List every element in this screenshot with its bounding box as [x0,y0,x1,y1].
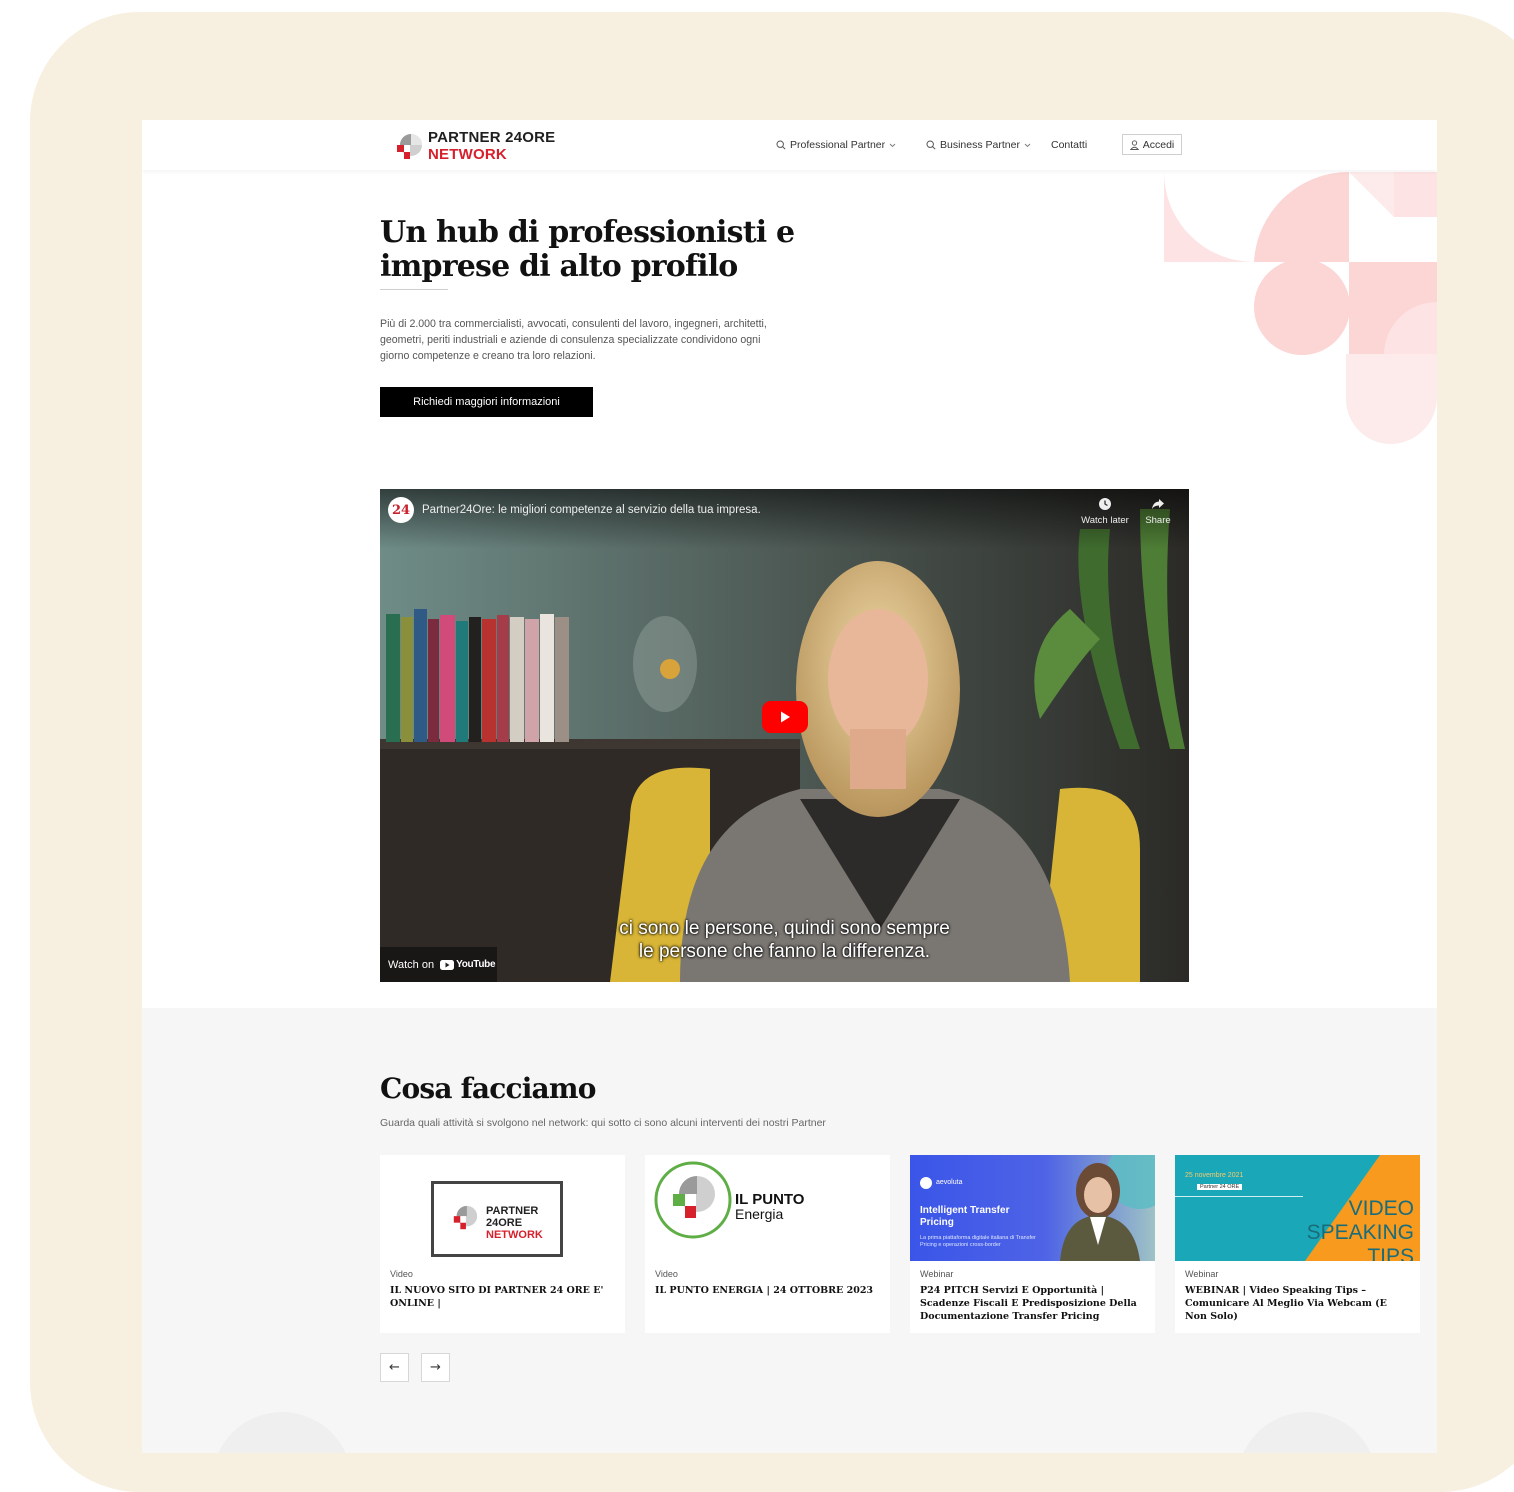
activities-section: Cosa facciamo Guarda quali attività si s… [142,1008,1437,1453]
card-title[interactable]: P24 PITCH Servizi E Opportunità | Scaden… [920,1284,1145,1323]
card-title[interactable]: IL NUOVO SITO DI PARTNER 24 ORE E' ONLIN… [390,1284,615,1310]
card-logo-line3: NETWORK [486,1229,543,1241]
hero-description: Più di 2.000 tra commercialisti, avvocat… [380,318,767,362]
activity-card[interactable]: IL PUNTO Energia Video IL PUNTO ENERGIA … [645,1155,890,1333]
watch-later-button[interactable]: Watch later [1079,497,1131,526]
card-big-line2: SPEAKING [1306,1221,1414,1244]
card-date: 25 novembre 2021 [1185,1172,1244,1179]
clock-icon [1099,498,1111,510]
activity-card[interactable]: aevoluta Intelligent Transfer Pricing La… [910,1155,1155,1333]
nav-business-partner[interactable]: Business Partner [926,139,1031,151]
card-category: Webinar [920,1269,954,1279]
chevron-down-icon [1024,143,1031,147]
arrow-left-icon: ← [389,1360,400,1375]
card-title[interactable]: IL PUNTO ENERGIA | 24 OTTOBRE 2023 [655,1284,880,1297]
video-title[interactable]: Partner24Ore: le migliori competenze al … [422,504,761,516]
section-title: Cosa facciamo [380,1072,596,1105]
hero-title: Un hub di professionisti e imprese di al… [380,215,795,284]
logo-text-line2: NETWORK [428,146,507,163]
card-title[interactable]: WEBINAR | Video Speaking Tips – Comunica… [1185,1284,1410,1323]
nav-contatti-label: Contatti [1051,139,1088,151]
chevron-down-icon [889,143,896,147]
section-subtitle: Guarda quali attività si svolgono nel ne… [380,1117,826,1129]
share-icon [1152,499,1164,509]
aevoluta-logo-icon [920,1177,932,1189]
search-icon [776,140,786,150]
site-logo[interactable]: PARTNER 24ORE NETWORK [394,129,594,163]
card-text: La prima piattaforma digitale italiana d… [920,1235,1036,1248]
login-label: Accedi [1142,138,1175,151]
il-punto-energia-logo-icon [654,1161,732,1239]
video-thumbnail [380,489,1189,982]
site-header: PARTNER 24ORE NETWORK Professional Partn… [142,120,1437,170]
subtitle-line-2: le persone che fanno la differenza. [638,941,931,962]
arrow-right-icon: → [430,1360,441,1375]
card-heading: Intelligent Transfer Pricing [920,1205,1010,1228]
watch-on-youtube-button[interactable]: Watch on YouTube [380,947,497,982]
play-button[interactable] [762,701,808,733]
woman-photo [1060,1155,1155,1261]
watch-on-label: Watch on [388,958,435,971]
browser-page: PARTNER 24ORE NETWORK Professional Partn… [142,120,1437,1453]
card-category: Webinar [1185,1269,1219,1279]
card-logo-line2: 24ORE [486,1217,523,1229]
login-button[interactable]: Accedi [1122,134,1182,155]
youtube-video-player[interactable]: 24 Partner24Ore: le migliori competenze … [380,489,1189,982]
carousel-next-button[interactable]: → [421,1353,450,1382]
carousel-prev-button[interactable]: ← [380,1353,409,1382]
request-info-button[interactable]: Richiedi maggiori informazioni [380,387,593,417]
logo-text-line1: PARTNER 24ORE [428,129,556,146]
channel-avatar[interactable]: 24 [388,497,414,523]
nav-business-label: Business Partner [940,139,1020,151]
nav-professional-partner[interactable]: Professional Partner [776,139,896,151]
nav-professional-label: Professional Partner [790,139,886,151]
user-icon [1129,139,1139,150]
hero-divider [380,289,448,290]
subtitle-line-1: ci sono le persone, quindi sono sempre [619,918,950,939]
card-thumbnail: IL PUNTO Energia [645,1155,890,1261]
decorative-circle [212,1412,352,1453]
youtube-wordmark: YouTube [456,959,496,970]
partner24ore-logo-icon [397,134,422,159]
activity-card[interactable]: PARTNER 24ORE NETWORK Video IL NUOVO SIT… [380,1155,625,1333]
video-subtitles: ci sono le persone, quindi sono sempre l… [380,917,1189,963]
card-big-line3: TIPS [1367,1245,1414,1261]
card-thumbnail: 25 novembre 2021 Partner 24 ORE VIDEO SP… [1175,1155,1420,1261]
card-thumbnail: PARTNER 24ORE NETWORK [380,1155,625,1261]
partner24ore-logo-icon [453,1205,478,1230]
card-category: Video [655,1269,678,1279]
nav-contatti[interactable]: Contatti [1051,139,1087,151]
card-badge: Partner 24 ORE [1197,1184,1243,1190]
card-logo-line1: PARTNER [486,1205,539,1217]
card-brand-label: aevoluta [936,1179,963,1186]
card-thumbnail: aevoluta Intelligent Transfer Pricing La… [910,1155,1155,1261]
youtube-logo: YouTube [440,959,496,970]
activity-card[interactable]: 25 novembre 2021 Partner 24 ORE VIDEO SP… [1175,1155,1420,1333]
share-button[interactable]: Share [1132,497,1184,526]
youtube-icon [440,959,455,970]
decorative-circle [1237,1412,1377,1453]
video-top-overlay [380,489,1189,549]
share-label: Share [1145,515,1171,526]
card-logo-line2: Energia [735,1206,784,1222]
search-icon [926,140,936,150]
card-category: Video [390,1269,413,1279]
decorative-shapes [1164,172,1437,444]
play-icon [781,711,790,723]
card-big-line1: VIDEO [1348,1197,1414,1220]
watch-later-label: Watch later [1081,515,1129,526]
